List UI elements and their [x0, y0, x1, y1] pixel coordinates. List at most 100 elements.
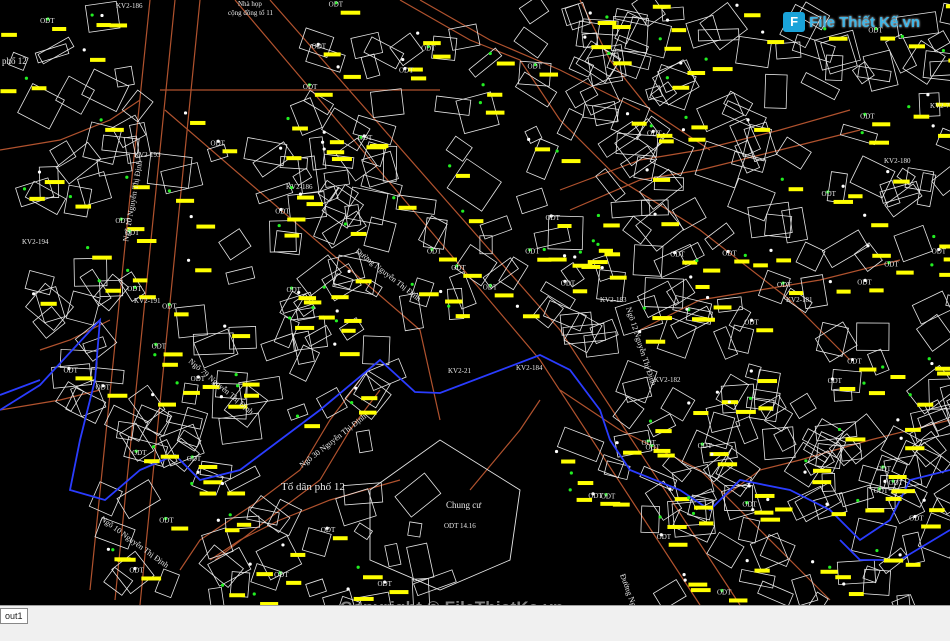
- layout-tab-bar: out1: [0, 605, 950, 641]
- survey-marker: [248, 562, 252, 566]
- parcel: [322, 153, 355, 169]
- area-label: [603, 223, 620, 228]
- area-label: [943, 257, 950, 262]
- survey-marker: [761, 30, 765, 34]
- survey-marker: [746, 118, 750, 122]
- area-label: [890, 374, 906, 379]
- parcel-code: ODT: [777, 281, 792, 289]
- parcel-code: ODT: [40, 17, 55, 25]
- area-label: [485, 110, 505, 115]
- parcel-code: ODT: [152, 342, 167, 350]
- parcel: [597, 454, 625, 479]
- parcel-code: ODT: [722, 249, 737, 257]
- survey-marker: [886, 170, 890, 174]
- survey-marker: [279, 146, 283, 150]
- area-label: [859, 367, 877, 372]
- cadastral-map[interactable]: ODT ODT ODT ODT ODT ODT ODT ODT ODT ODT ODT ODT ODT O…: [0, 0, 950, 641]
- to-dan-pho-label: Tổ dân phố 12: [281, 481, 345, 493]
- survey-marker: [216, 518, 220, 522]
- area-label: [329, 140, 344, 145]
- parcel: [17, 83, 65, 130]
- survey-marker: [605, 15, 609, 19]
- survey-marker: [311, 305, 315, 310]
- survey-marker: [578, 250, 582, 254]
- area-label: [848, 592, 864, 597]
- survey-marker: [186, 258, 191, 262]
- area-label: [44, 180, 65, 185]
- area-label: [591, 45, 611, 50]
- survey-marker: [596, 213, 601, 218]
- area-label: [323, 52, 341, 57]
- parcel: [513, 26, 549, 59]
- survey-marker: [354, 386, 358, 390]
- survey-marker: [347, 269, 351, 273]
- area-label: [939, 272, 950, 277]
- survey-marker: [689, 275, 693, 279]
- parcel: [713, 326, 739, 360]
- tab-layout1[interactable]: out1: [0, 608, 28, 624]
- survey-marker: [223, 324, 227, 328]
- survey-marker: [899, 436, 903, 440]
- area-label: [905, 427, 921, 432]
- survey-marker: [151, 393, 155, 397]
- survey-marker: [111, 548, 115, 552]
- area-label: [0, 89, 17, 94]
- survey-marker: [862, 381, 866, 385]
- area-label: [893, 179, 910, 184]
- parcel: [55, 381, 85, 412]
- survey-marker: [37, 170, 42, 174]
- survey-marker: [68, 194, 73, 199]
- survey-marker: [625, 112, 630, 116]
- survey-marker: [392, 196, 396, 200]
- survey-marker: [941, 48, 946, 53]
- parcel-code: ODT: [132, 449, 147, 457]
- parcel: [902, 531, 926, 566]
- area-label: [468, 219, 484, 224]
- parcel: [789, 392, 817, 420]
- logo-text: File Thiết Kế.vn: [809, 13, 920, 31]
- area-label: [561, 459, 576, 464]
- parcel-code: ODT: [358, 134, 373, 142]
- parcel-code: ODT: [187, 455, 202, 463]
- parcel: [775, 136, 812, 170]
- parcel: [638, 168, 683, 210]
- area-label: [667, 524, 687, 529]
- survey-marker: [569, 471, 573, 475]
- parcel: [175, 304, 208, 339]
- parcel: [610, 199, 651, 219]
- parcel-code: ODT: [127, 285, 142, 293]
- parcel-code: ODT: [670, 251, 685, 259]
- area-label: [788, 187, 804, 192]
- parcel: [610, 97, 651, 141]
- area-label: [410, 76, 427, 81]
- area-label: [908, 44, 925, 49]
- area-label: [306, 202, 323, 207]
- survey-marker: [825, 502, 829, 506]
- area-label: [326, 150, 345, 155]
- survey-marker: [922, 498, 926, 502]
- parcel: [735, 35, 773, 69]
- parcel: [533, 225, 571, 249]
- parcel: [737, 516, 761, 544]
- survey-marker: [97, 279, 101, 283]
- parcel-code: ODT: [909, 514, 924, 522]
- cad-viewport[interactable]: ODT ODT ODT ODT ODT ODT ODT ODT ODT ODT ODT ODT ODT O…: [0, 0, 950, 641]
- area-label: [613, 61, 632, 66]
- survey-marker: [684, 115, 688, 119]
- area-label: [303, 300, 322, 305]
- parcel: [446, 158, 502, 212]
- parcel: [225, 266, 256, 285]
- parcel-code: ODT: [274, 571, 289, 579]
- parcel: [815, 321, 849, 357]
- area-label: [522, 314, 540, 319]
- parcel-code: ODT: [601, 493, 616, 501]
- area-label: [744, 13, 761, 18]
- area-label: [655, 429, 672, 434]
- survey-marker: [488, 51, 492, 56]
- logo-icon: F: [783, 12, 806, 32]
- survey-marker: [828, 280, 832, 284]
- parcel: [775, 41, 802, 60]
- survey-marker: [448, 164, 452, 168]
- survey-marker: [343, 222, 348, 226]
- area-label: [242, 382, 260, 387]
